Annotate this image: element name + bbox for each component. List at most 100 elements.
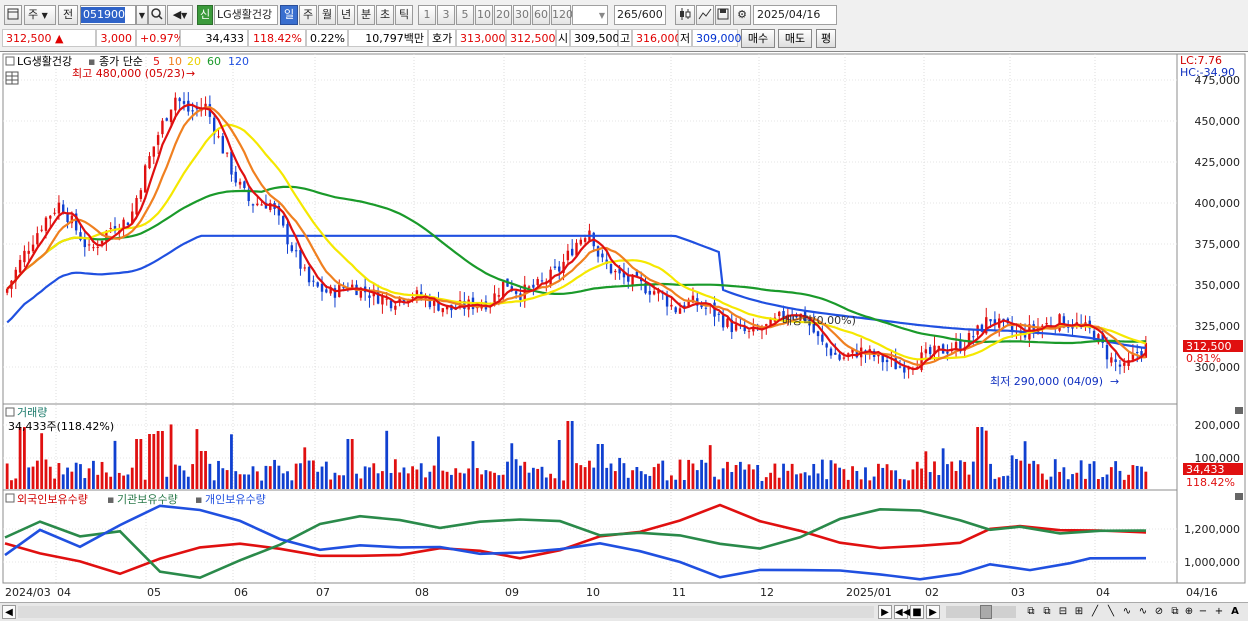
settings-icon[interactable]: ⊕ [1182,605,1196,619]
candle-icon[interactable] [675,5,695,25]
stop-icon[interactable]: ■ [910,605,924,619]
candle-body [139,190,143,199]
speaker-icon[interactable]: ◀▼ [167,5,193,25]
volume-bar [359,478,363,489]
code-input[interactable]: 051900 [81,7,125,23]
tab-day[interactable]: 일 [280,5,298,25]
volume-bar [1118,470,1122,489]
date-field[interactable]: 2025/04/16 [753,5,837,25]
volume-bar [14,478,18,489]
tab-month[interactable]: 월 [318,5,336,25]
eval-button[interactable]: 평 [816,29,836,48]
volume-bar [57,463,61,489]
tab-tick[interactable]: 틱 [395,5,413,25]
trendline-icon[interactable]: ╱ [1088,605,1102,619]
x-tick-label: 04 [1096,586,1110,599]
minute-3[interactable]: 3 [437,5,455,25]
candle-body [1144,342,1148,358]
chart-scrollbar[interactable]: ◀ ▶ ◀◀ ■ ▶ ⧉ ⧉ ⊟ ⊞ ╱ ╲ ∿ ∿ ⊘ ⧉ ⊕ − + A [0,602,1248,621]
sell-button[interactable]: 매도 [778,29,812,48]
candle-body [601,253,604,258]
volume-bar [764,477,768,489]
rewind-icon[interactable]: ◀◀ [894,605,910,619]
layout-icon[interactable]: ⧉ [1024,605,1038,619]
volume-bar [782,463,785,489]
volume-bar [217,460,220,489]
volume-bar [829,460,833,489]
layout-icon[interactable] [4,5,22,25]
trendline-icon[interactable]: ∿ [1136,605,1150,619]
volume-bar [924,451,928,489]
save-icon[interactable]: ⊘ [1152,605,1166,619]
volume-bar [10,480,13,489]
gear-icon[interactable]: ⚙ [733,5,751,25]
chart-window: 주 ▼ 전 051900 ▼ ◀▼ 신 LG생활건강 일 주 월 년 분 초 틱… [0,0,1248,621]
y-tick-label: 425,000 [1195,156,1241,169]
chart-svg[interactable]: 475,000450,000425,000400,000375,000350,0… [0,52,1248,603]
zoom-out-icon[interactable]: − [1196,605,1210,619]
volume-bar [958,460,962,489]
candle-body [303,267,306,269]
trendline-icon[interactable]: ╲ [1104,605,1118,619]
volume-bar [186,476,190,489]
font-size-icon[interactable]: A [1228,605,1242,619]
minute-60[interactable]: 60 [532,5,550,25]
minute-20[interactable]: 20 [494,5,512,25]
candle-body [320,283,324,292]
prev-button[interactable]: 전 [58,5,78,25]
volume-bar [475,468,479,489]
zoom-in-icon[interactable]: + [1212,605,1226,619]
candle-body [652,291,656,295]
scroll-left-icon[interactable]: ◀ [2,605,16,619]
volume-bar [1040,473,1044,489]
volume-bar [557,440,561,489]
tab-week[interactable]: 주 [299,5,317,25]
volume-bar [795,474,798,489]
chevron-down-icon[interactable]: ▼ [136,5,148,25]
volume-bar [311,460,315,489]
layout-icon[interactable]: ⊟ [1056,605,1070,619]
copy-icon[interactable]: ⧉ [1168,605,1182,619]
play-icon[interactable]: ▶ [926,605,940,619]
code-field[interactable]: 051900 [80,5,136,25]
grid-icon[interactable]: ⊞ [1072,605,1086,619]
minute-30[interactable]: 30 [513,5,531,25]
candle-body [838,354,841,360]
minute-5[interactable]: 5 [456,5,474,25]
volume-last-tag: 34,433 [1186,463,1225,476]
volume-bar [506,461,509,489]
tab-year[interactable]: 년 [337,5,355,25]
count-field[interactable]: 265/600 [614,5,666,25]
scroll-right-icon[interactable]: ▶ [878,605,892,619]
tab-second[interactable]: 초 [376,5,394,25]
zoom-slider[interactable] [980,605,992,619]
trendline-icon[interactable] [696,5,714,25]
candle-body [549,269,552,285]
layout-icon[interactable]: ⧉ [1040,605,1054,619]
volume-bar [368,467,371,489]
buy-button[interactable]: 매수 [741,29,775,48]
market-select[interactable]: 주 ▼ [24,5,56,25]
save-icon[interactable] [715,5,731,25]
trendline-icon[interactable]: ∿ [1120,605,1134,619]
candle-body [527,286,531,288]
hc-value: HC:-34.90 [1180,66,1235,79]
search-icon[interactable] [148,5,166,25]
candle-body [282,216,285,226]
scroll-track[interactable] [18,606,874,618]
volume-bar [605,467,609,489]
candle-body [834,352,837,355]
custom-interval-select[interactable]: ▼ [572,5,608,25]
tab-minute[interactable]: 분 [357,5,375,25]
candle-body [1118,364,1122,367]
volume-bar [786,470,790,489]
volume-bar [920,468,923,489]
volume-bar [881,467,885,489]
minute-10[interactable]: 10 [475,5,493,25]
minute-120[interactable]: 120 [551,5,573,25]
minute-1[interactable]: 1 [418,5,436,25]
volume-bar [143,479,147,489]
volume-bar [419,463,423,489]
chart-area[interactable]: 475,000 450,000 425,000 400,000 375,000 350,0… [0,51,1248,602]
legend-separator: ▪ [195,493,202,506]
